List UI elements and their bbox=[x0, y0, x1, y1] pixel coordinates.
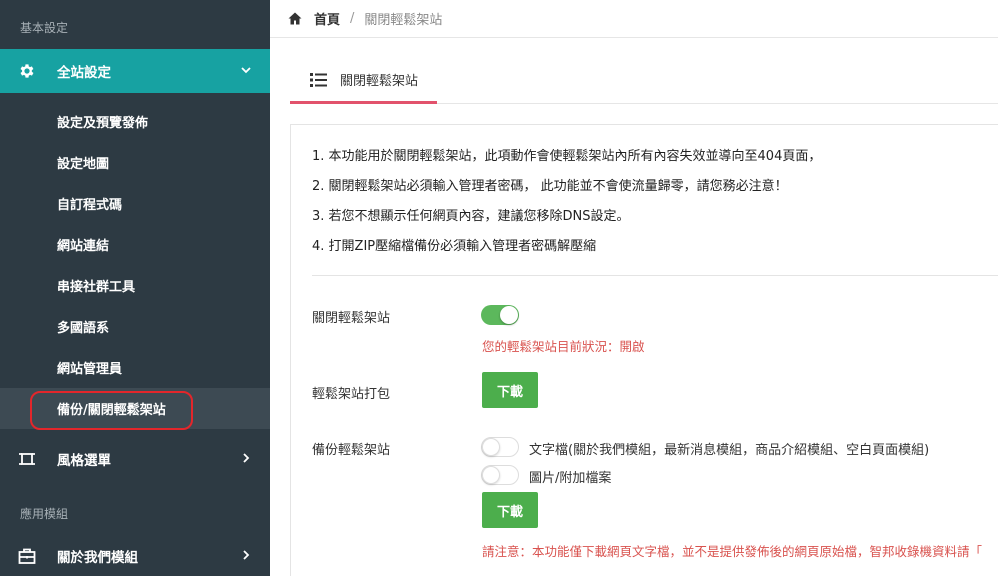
list-icon bbox=[310, 72, 327, 87]
breadcrumb-home-link[interactable]: 首頁 bbox=[314, 9, 340, 28]
backup-text-option-label: 文字檔(關於我們模組，最新消息模組，商品介紹模組、空白頁面模組) bbox=[529, 443, 930, 458]
breadcrumb-current: 關閉輕鬆架站 bbox=[364, 13, 443, 28]
backup-warning-text: 請注意：本功能僅下載網頁文字檔，並不是提供發佈後的網頁原始檔，智邦收錄機資料請「 bbox=[482, 544, 983, 559]
notice-item: 3. 若您不想顯示任何網頁內容，建議您移除DNS設定。 bbox=[312, 209, 630, 224]
sidebar-group-label: 關於我們模組 bbox=[57, 550, 138, 566]
backup-images-toggle[interactable] bbox=[481, 465, 519, 485]
divider bbox=[312, 275, 998, 276]
sidebar-group-site-settings[interactable]: 全站設定 bbox=[0, 49, 270, 93]
tab-bar: 關閉輕鬆架站 bbox=[290, 58, 998, 104]
close-site-label: 關閉輕鬆架站 bbox=[312, 311, 391, 326]
tab-close-site[interactable]: 關閉輕鬆架站 bbox=[290, 58, 437, 104]
toggle-knob bbox=[482, 466, 500, 484]
chevron-right-icon bbox=[243, 550, 250, 560]
gear-icon bbox=[20, 64, 34, 78]
sidebar-group-label: 全站設定 bbox=[57, 65, 111, 81]
close-site-toggle[interactable] bbox=[481, 305, 519, 325]
pack-site-label: 輕鬆架站打包 bbox=[312, 387, 391, 402]
backup-site-label: 備份輕鬆架站 bbox=[312, 443, 391, 458]
breadcrumb-separator: / bbox=[350, 11, 355, 26]
sidebar-item-publish[interactable]: 設定及預覽發佈 bbox=[0, 101, 270, 142]
backup-images-option-label: 圖片/附加檔案 bbox=[529, 471, 612, 486]
home-icon[interactable] bbox=[288, 12, 302, 25]
tab-label: 關閉輕鬆架站 bbox=[340, 74, 419, 89]
sidebar-item-backup-close[interactable]: 備份/關閉輕鬆架站 bbox=[0, 388, 270, 429]
crop-frame-icon bbox=[19, 453, 35, 465]
sidebar: 基本設定 全站設定 設定及預覽發佈 設定地圖 自訂程式碼 網站連結 串接社群工具… bbox=[0, 0, 270, 576]
notice-item: 1. 本功能用於關閉輕鬆架站，此項動作會使輕鬆架站內所有內容失效並導向至404頁… bbox=[312, 149, 822, 164]
pack-download-button[interactable]: 下載 bbox=[482, 372, 538, 408]
toggle-knob bbox=[482, 438, 500, 456]
notice-item: 4. 打開ZIP壓縮檔備份必須輸入管理者密碼解壓縮 bbox=[312, 239, 597, 254]
sidebar-item-site-links[interactable]: 網站連結 bbox=[0, 224, 270, 265]
sidebar-item-languages[interactable]: 多國語系 bbox=[0, 306, 270, 347]
sidebar-group-label: 風格選單 bbox=[57, 453, 111, 469]
section-label-basic: 基本設定 bbox=[20, 21, 69, 35]
notice-list: 1. 本功能用於關閉輕鬆架站，此項動作會使輕鬆架站內所有內容失效並導向至404頁… bbox=[312, 147, 821, 267]
settings-panel: 1. 本功能用於關閉輕鬆架站，此項動作會使輕鬆架站內所有內容失效並導向至404頁… bbox=[290, 124, 998, 576]
chevron-down-icon bbox=[241, 67, 251, 74]
notice-item: 2. 關閉輕鬆架站必須輸入管理者密碼， 此功能並不會使流量歸零，請您務必注意！ bbox=[312, 179, 788, 194]
toggle-knob bbox=[500, 306, 518, 324]
breadcrumb: 首頁 / 關閉輕鬆架站 bbox=[270, 0, 998, 38]
backup-text-toggle[interactable] bbox=[481, 437, 519, 457]
sidebar-item-custom-code[interactable]: 自訂程式碼 bbox=[0, 183, 270, 224]
sidebar-item-social-tools[interactable]: 串接社群工具 bbox=[0, 265, 270, 306]
site-status-text: 您的輕鬆架站目前狀況：開啟 bbox=[482, 339, 645, 354]
briefcase-icon bbox=[18, 548, 36, 564]
sidebar-item-site-admin[interactable]: 網站管理員 bbox=[0, 347, 270, 388]
sidebar-group-about-module[interactable]: 關於我們模組 bbox=[0, 534, 270, 576]
chevron-right-icon bbox=[243, 453, 250, 463]
sidebar-group-style-menu[interactable]: 風格選單 bbox=[0, 437, 270, 481]
backup-download-button[interactable]: 下載 bbox=[482, 492, 538, 528]
sidebar-item-sitemap[interactable]: 設定地圖 bbox=[0, 142, 270, 183]
section-label-modules: 應用模組 bbox=[20, 507, 69, 521]
